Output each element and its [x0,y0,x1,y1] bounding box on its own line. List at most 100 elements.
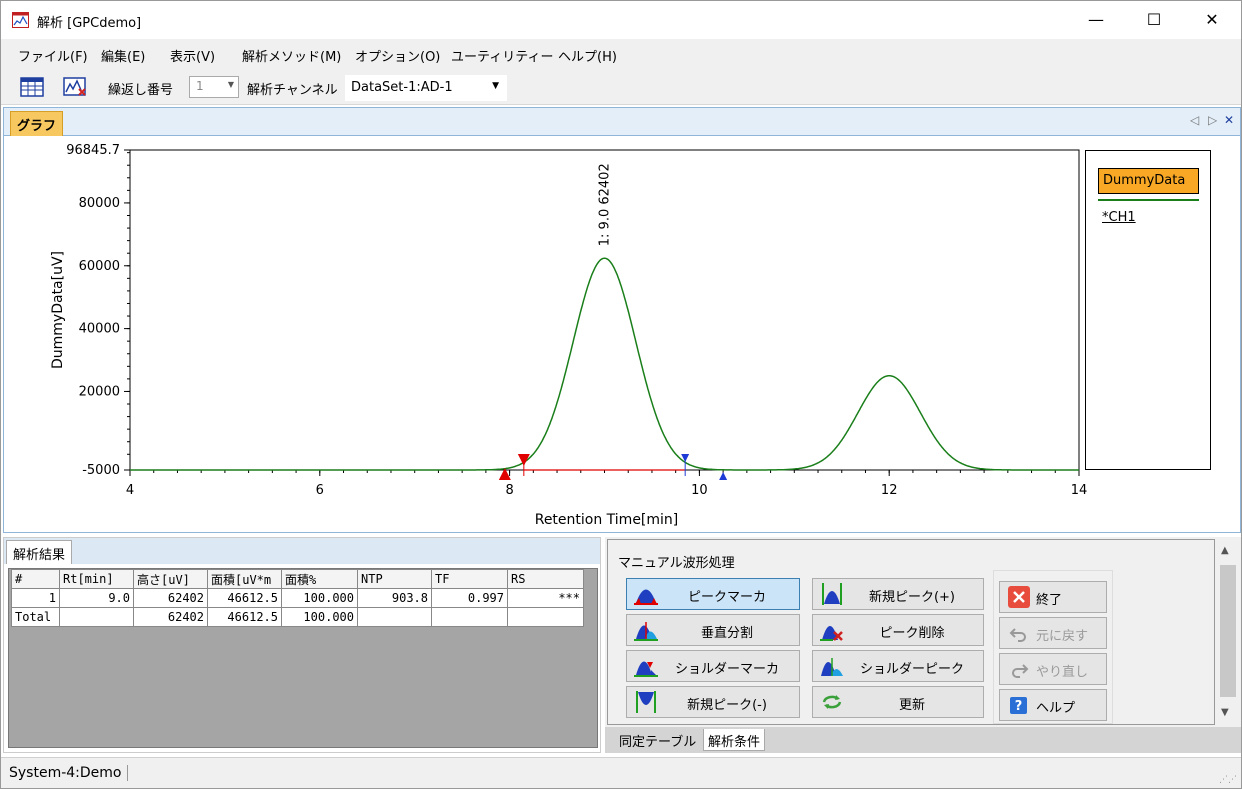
status-bar: System-4:Demo ⋰⋰ [1,757,1241,788]
tab-analysis-conditions[interactable]: 解析条件 [703,729,766,751]
repeat-number-value: 1 [196,79,204,93]
cell: *** [507,588,584,608]
table-icon[interactable] [19,75,45,99]
legend-series-line [1098,199,1199,201]
y-axis-label: DummyData[uV] [50,251,66,369]
shoulder-marker-label: ショルダーマーカ [674,662,779,677]
results-table[interactable]: # Rt[min] 高さ[uV] 面積[uV*m 面積% NTP TF RS 1… [11,569,584,627]
graph-panel: グラフ ◁ ▷ ✕ -5000 20000 40000 60000 80000 96845… [3,107,1241,533]
col-header[interactable]: RS [507,569,584,589]
cell: 46612.5 [207,607,282,627]
title-bar: 解析 [GPCdemo] — ☐ ✕ [1,1,1241,39]
undo-button[interactable]: 元に戻す [999,617,1107,649]
peak-delete-button[interactable]: ピーク削除 [812,614,984,646]
exit-label: 終了 [1036,593,1063,608]
menu-analysis-method[interactable]: 解析メソッド(M) [242,46,341,65]
col-header[interactable]: NTP [357,569,432,589]
menu-edit[interactable]: 編集(E) [101,46,145,65]
help-button[interactable]: ? ヘルプ [999,689,1107,721]
cell: 100.000 [281,607,358,627]
toolbar: 繰返し番号 1 ▼ 解析チャンネル DataSet-1:AD-1 ▼ [1,69,1241,105]
help-label: ヘルプ [1036,701,1076,716]
redo-button[interactable]: やり直し [999,653,1107,685]
cell: 46612.5 [207,588,282,608]
scroll-down-icon[interactable]: ▼ [1221,707,1229,718]
graph-tabstrip: グラフ ◁ ▷ ✕ [4,108,1240,136]
repeat-number-label: 繰返し番号 [108,83,174,98]
results-panel: 解析結果 # Rt[min] 高さ[uV] 面積[uV*m 面積% NTP TF… [3,537,601,753]
x-axis-label: Retention Time[min] [535,512,679,528]
exit-button[interactable]: 終了 [999,581,1107,613]
col-header[interactable]: 高さ[uV] [133,569,208,589]
new-peak-minus-button[interactable]: 新規ピーク(-) [626,686,800,718]
update-button[interactable]: 更新 [812,686,984,718]
col-header[interactable]: TF [431,569,508,589]
cell: 100.000 [281,588,358,608]
x-tick-label: 4 [126,483,134,498]
cell: 0.997 [431,588,508,608]
table-row[interactable]: 1 9.0 62402 46612.5 100.000 903.8 0.997 … [11,588,584,608]
table-row[interactable]: Total 62402 46612.5 100.000 [11,607,584,627]
manual-scrollbar[interactable]: ▲ ▼ [1217,539,1239,725]
col-header[interactable]: # [11,569,60,589]
status-text: System-4:Demo [9,765,129,781]
legend-series-ch1[interactable]: *CH1 [1102,210,1136,225]
x-tick-label: 10 [691,483,708,498]
col-header[interactable]: Rt[min] [59,569,134,589]
scroll-thumb[interactable] [1220,565,1236,697]
scroll-up-icon[interactable]: ▲ [1221,545,1229,556]
menu-bar: ファイル(F) 編集(E) 表示(V) 解析メソッド(M) オプション(O) ユ… [1,39,1241,69]
cell: 1 [11,588,60,608]
peak-marker-button[interactable]: ピークマーカ [626,578,800,610]
resize-grip-icon[interactable]: ⋰⋰ [1219,775,1237,785]
window-title: 解析 [GPCdemo] [37,16,142,31]
col-header[interactable]: 面積[uV*m [207,569,282,589]
menu-utility[interactable]: ユーティリティー [451,46,553,65]
peak-label: 1: 9.0 62402 [598,163,613,246]
analysis-channel-label: 解析チャンネル [247,83,338,98]
y-tick-label: 20000 [79,384,120,399]
shoulder-marker-button[interactable]: ショルダーマーカ [626,650,800,682]
manual-bottom-tabs: 同定テーブル 解析条件 [605,727,1241,753]
menu-file[interactable]: ファイル(F) [18,46,88,65]
peak-delete-label: ピーク削除 [879,626,945,641]
redo-label: やり直し [1036,665,1089,680]
menu-help[interactable]: ヘルプ(H) [558,46,617,65]
results-area: # Rt[min] 高さ[uV] 面積[uV*m 面積% NTP TF RS 1… [8,568,598,748]
shoulder-peak-label: ショルダーピーク [859,662,964,677]
tab-identification-table[interactable]: 同定テーブル [615,729,700,751]
close-button[interactable]: ✕ [1183,1,1241,39]
tab-scroll-right-icon[interactable]: ▷ [1208,113,1217,127]
minimize-button[interactable]: — [1067,1,1125,39]
cell [507,607,584,627]
tab-close-icon[interactable]: ✕ [1224,113,1234,127]
peak-marker-label: ピークマーカ [687,590,766,605]
chart-analysis-icon[interactable] [62,75,88,99]
y-tick-label: 96845.7 [66,143,120,158]
repeat-number-select[interactable]: 1 ▼ [189,76,239,98]
vertical-split-label: 垂直分割 [700,626,753,641]
menu-view[interactable]: 表示(V) [170,46,215,65]
shoulder-peak-button[interactable]: ショルダーピーク [812,650,984,682]
tab-graph[interactable]: グラフ [10,111,64,136]
x-tick-label: 12 [881,483,898,498]
maximize-button[interactable]: ☐ [1125,1,1183,39]
app-icon [12,12,29,28]
new-peak-plus-button[interactable]: 新規ピーク(+) [812,578,984,610]
col-header[interactable]: 面積% [281,569,358,589]
chevron-down-icon: ▼ [492,81,499,91]
menu-options[interactable]: オプション(O) [355,46,440,65]
tab-scroll-left-icon[interactable]: ◁ [1190,113,1199,127]
analysis-channel-value: DataSet-1:AD-1 [351,80,453,95]
results-header-row: # Rt[min] 高さ[uV] 面積[uV*m 面積% NTP TF RS [11,569,584,589]
chromatogram-chart[interactable]: -5000 20000 40000 60000 80000 96845.7 4 6 8 10 12 1… [4,136,1240,532]
legend: DummyData *CH1 [1085,150,1211,470]
x-tick-label: 8 [505,483,513,498]
tab-analysis-results[interactable]: 解析結果 [6,540,73,564]
vertical-split-button[interactable]: 垂直分割 [626,614,800,646]
x-tick-label: 14 [1071,483,1088,498]
x-tick-label: 6 [316,483,324,498]
analysis-channel-select[interactable]: DataSet-1:AD-1 ▼ [345,75,507,101]
new-peak-plus-label: 新規ピーク(+) [868,590,956,605]
manual-processing-group: マニュアル波形処理 ピークマーカ 垂直分割 ショルダーマーカ 新規ピーク(-) … [607,539,1215,725]
